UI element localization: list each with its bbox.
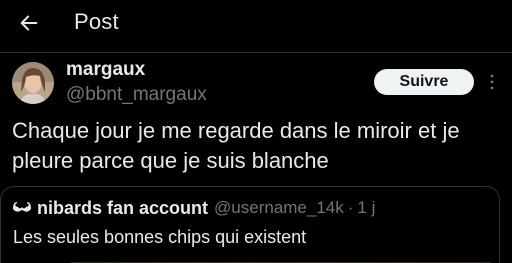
moustache-avatar-icon (11, 197, 33, 219)
more-options-button[interactable] (486, 70, 498, 94)
back-button[interactable] (14, 8, 44, 38)
quote-author-handle[interactable]: @username_14k (214, 198, 344, 218)
quoted-tweet[interactable]: nibards fan account @username_14k · 1 j … (0, 186, 500, 263)
follow-button[interactable]: Suivre (374, 69, 474, 95)
tweet-text: Chaque jour je me regarde dans le miroir… (12, 118, 460, 173)
quote-separator: · (347, 198, 354, 217)
author-handle[interactable]: @bbnt_margaux (66, 84, 207, 106)
quote-text: Les seules bonnes chips qui existent (13, 227, 307, 247)
avatar-image (12, 62, 54, 104)
quote-author-name[interactable]: nibards fan account (37, 198, 208, 219)
top-bar: Post (0, 0, 512, 48)
avatar[interactable] (12, 62, 54, 104)
page-title: Post (74, 9, 119, 34)
quote-timestamp[interactable]: 1 j (357, 198, 375, 218)
more-vertical-icon (490, 74, 494, 90)
header-divider (0, 52, 512, 53)
arrow-left-icon (20, 15, 38, 31)
quote-header: nibards fan account @username_14k · 1 j (11, 197, 375, 219)
author-name[interactable]: margaux (66, 59, 145, 81)
